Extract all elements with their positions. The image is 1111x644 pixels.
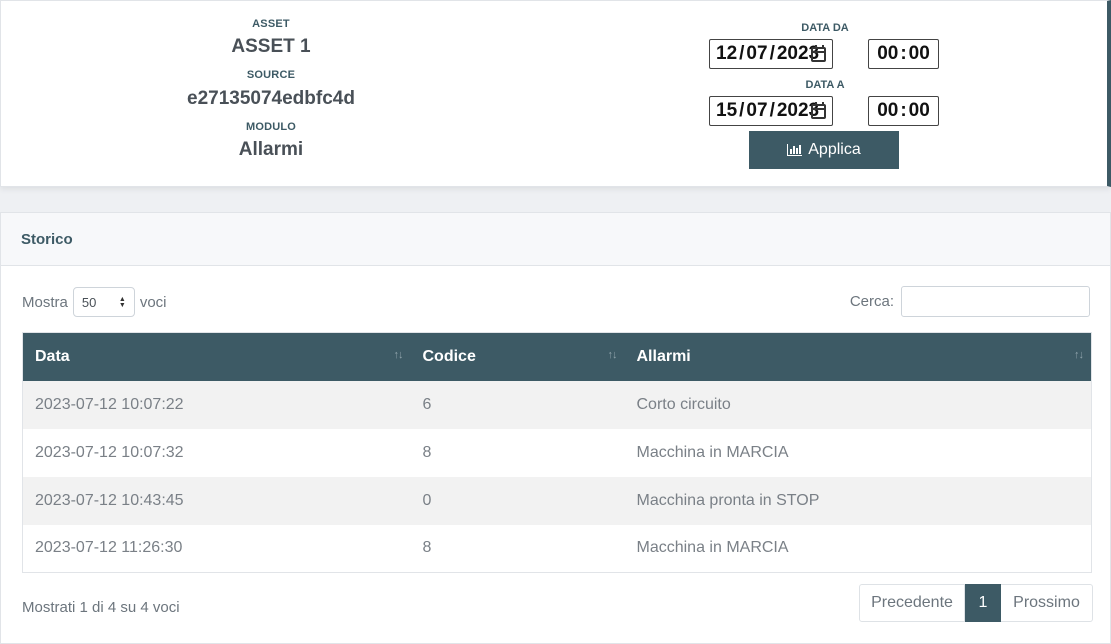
date-to-input[interactable]: 15/07/2023 bbox=[709, 96, 833, 126]
date-to-month: 07 bbox=[746, 100, 768, 121]
time-from-input[interactable]: 00:00 bbox=[868, 39, 939, 69]
column-header-label: Allarmi bbox=[636, 347, 691, 365]
date-separator: / bbox=[739, 100, 745, 121]
column-header-codice[interactable]: Codice ↑↓ bbox=[411, 333, 625, 381]
cell-alarm: Corto circuito bbox=[636, 395, 731, 413]
page-length-select[interactable]: 50 ▲ ▼ bbox=[72, 287, 135, 317]
cell-date: 2023-07-12 11:26:30 bbox=[35, 539, 183, 557]
date-from-month: 07 bbox=[746, 43, 768, 64]
time-separator: : bbox=[900, 43, 907, 64]
table-info: Mostrati 1 di 4 su 4 voci bbox=[22, 599, 180, 616]
column-header-label: Data bbox=[35, 347, 70, 365]
cell-code: 8 bbox=[422, 539, 432, 557]
cell-alarm: Macchina pronta in STOP bbox=[636, 491, 820, 509]
time-from-hour: 00 bbox=[877, 43, 899, 64]
time-to-hour: 00 bbox=[877, 100, 899, 121]
asset-label: ASSET bbox=[252, 18, 290, 30]
calendar-icon[interactable] bbox=[811, 102, 826, 119]
filter-panel: ASSET ASSET 1 SOURCE e27135074edbfc4d MO… bbox=[0, 0, 1111, 187]
column-header-label: Codice bbox=[422, 347, 476, 365]
pagination: Precedente 1 Prossimo bbox=[859, 584, 1093, 622]
asset-value: ASSET 1 bbox=[231, 36, 311, 57]
calendar-icon[interactable] bbox=[811, 45, 826, 62]
column-header-allarmi[interactable]: Allarmi ↑↓ bbox=[625, 333, 1092, 381]
next-page-button[interactable]: Prossimo bbox=[1001, 584, 1093, 622]
length-suffix: voci bbox=[139, 293, 167, 311]
cell-date: 2023-07-12 10:07:22 bbox=[35, 395, 184, 413]
table-row: 2023-07-12 10:43:45 0 Macchina pronta in… bbox=[22, 476, 1092, 525]
date-to-day: 15 bbox=[716, 100, 738, 121]
date-from-day: 12 bbox=[716, 43, 738, 64]
cell-code: 6 bbox=[422, 395, 432, 413]
page-length-value: 50 bbox=[81, 294, 97, 310]
module-value: Allarmi bbox=[238, 139, 304, 160]
column-header-data[interactable]: Data ↑↓ bbox=[23, 333, 411, 381]
time-from-minute: 00 bbox=[908, 43, 930, 64]
history-card: Storico Mostra 50 ▲ ▼ voci Cerca: Data ↑↓… bbox=[0, 212, 1111, 644]
table-row: 2023-07-12 10:07:22 6 Corto circuito bbox=[22, 380, 1092, 429]
search-input[interactable] bbox=[901, 286, 1090, 317]
date-separator: / bbox=[769, 100, 775, 121]
card-header: Storico bbox=[1, 213, 1110, 266]
apply-button-label: Applica bbox=[808, 141, 861, 158]
search-control: Cerca: bbox=[850, 286, 1090, 317]
time-to-input[interactable]: 00:00 bbox=[868, 96, 939, 126]
date-from-input[interactable]: 12/07/2023 bbox=[709, 39, 833, 69]
page-length-control: Mostra 50 ▲ ▼ voci bbox=[22, 287, 167, 317]
table-row: 2023-07-12 11:26:30 8 Macchina in MARCIA bbox=[22, 524, 1092, 573]
cell-code: 8 bbox=[422, 443, 432, 461]
bar-chart-icon bbox=[787, 144, 803, 156]
cell-alarm: Macchina in MARCIA bbox=[636, 539, 789, 557]
previous-page-button[interactable]: Precedente bbox=[859, 584, 965, 622]
date-separator: / bbox=[769, 43, 775, 64]
cell-date: 2023-07-12 10:07:32 bbox=[35, 443, 184, 461]
page-1-button[interactable]: 1 bbox=[965, 584, 1001, 622]
source-label: SOURCE bbox=[246, 69, 296, 81]
search-label: Cerca: bbox=[849, 293, 894, 310]
cell-alarm: Macchina in MARCIA bbox=[636, 443, 789, 461]
table-header-row: Data ↑↓ Codice ↑↓ Allarmi ↑↓ bbox=[22, 332, 1092, 381]
history-table: Data ↑↓ Codice ↑↓ Allarmi ↑↓ 2023-07-12 … bbox=[22, 332, 1092, 573]
card-title: Storico bbox=[21, 231, 73, 248]
source-value: e27135074edbfc4d bbox=[187, 88, 355, 109]
select-arrows-icon: ▲ ▼ bbox=[118, 296, 126, 309]
module-label: MODULO bbox=[245, 121, 297, 133]
date-separator: / bbox=[739, 43, 745, 64]
table-row: 2023-07-12 10:07:32 8 Macchina in MARCIA bbox=[22, 428, 1092, 477]
time-to-minute: 00 bbox=[908, 100, 930, 121]
date-to-label: DATA A bbox=[805, 79, 845, 91]
time-separator: : bbox=[900, 100, 907, 121]
date-from-label: DATA DA bbox=[801, 22, 849, 34]
length-prefix: Mostra bbox=[22, 293, 68, 311]
cell-date: 2023-07-12 10:43:45 bbox=[35, 491, 184, 509]
apply-button[interactable]: Applica bbox=[749, 131, 899, 169]
sort-icon: ↑↓ bbox=[607, 349, 618, 361]
cell-code: 0 bbox=[422, 491, 432, 509]
sort-icon: ↑↓ bbox=[393, 349, 404, 361]
sort-icon: ↑↓ bbox=[1074, 349, 1084, 361]
